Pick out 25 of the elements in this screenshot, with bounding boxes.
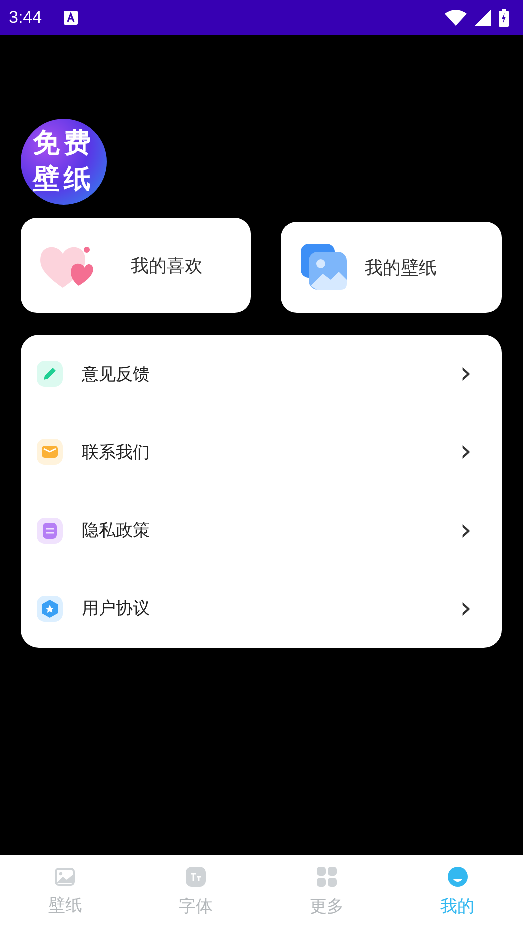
logo-text: 壁纸 [33,163,95,197]
chevron: › [460,594,472,624]
chevron: › [460,516,472,546]
pencil-icon [37,361,63,388]
menu-item[interactable]: 用户协议 › [21,574,502,644]
menu-item[interactable]: 联系我们 › [21,417,502,488]
shortcut-card[interactable]: 我的喜欢 [21,218,251,313]
image-icon [55,868,76,886]
document-icon [37,518,63,544]
menu-item[interactable]: 意见反馈 › [21,339,502,410]
signal-icon [475,10,491,26]
battery-icon [499,8,509,26]
chevron: › [460,359,472,390]
chevron: › [460,437,472,468]
wifi-icon [445,10,467,26]
grid-icon [316,866,337,886]
menu-item[interactable]: 隐私政策 › [21,496,502,566]
envelope-icon [37,439,63,466]
star-badge-icon [37,596,63,622]
profile-icon [448,866,468,886]
clock-time: 3:44 [9,8,42,28]
shortcut-card[interactable]: 我的壁纸 [281,222,502,313]
logo-text: 免费 [33,127,95,161]
font-icon [186,866,206,886]
notification-icon [64,10,78,24]
